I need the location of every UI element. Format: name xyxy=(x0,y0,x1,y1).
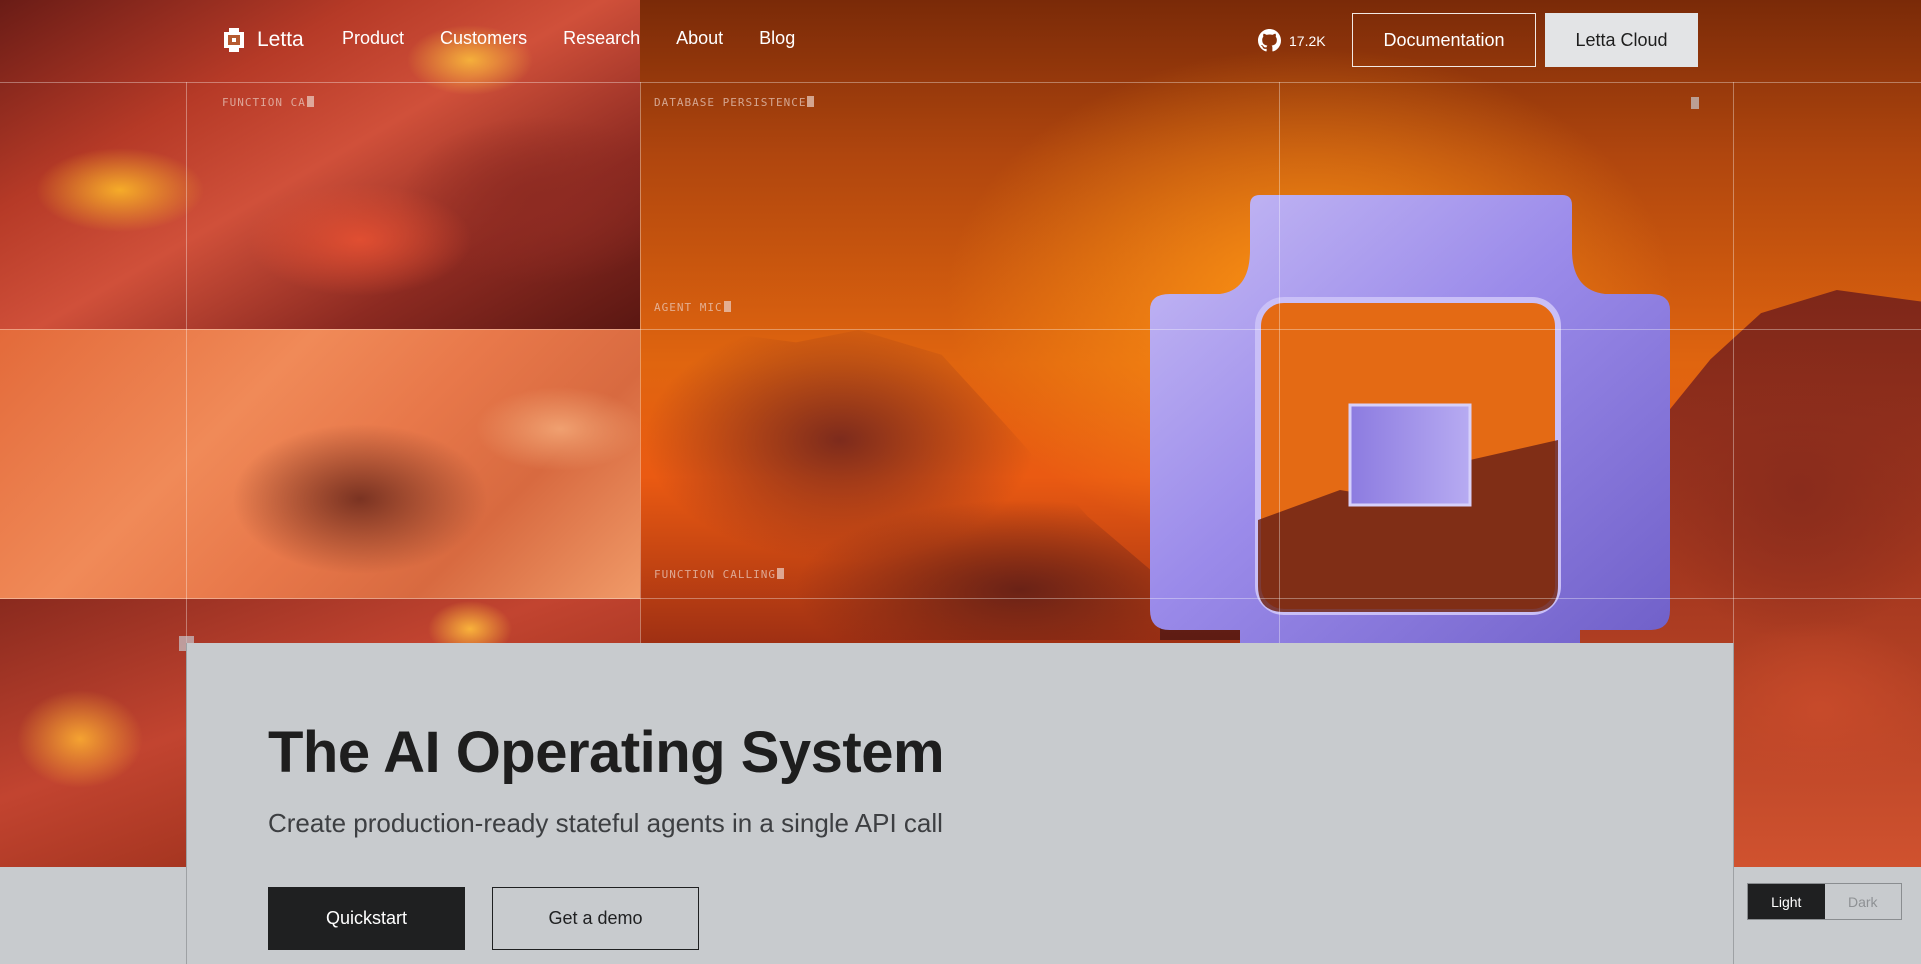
theme-toggle: Light Dark xyxy=(1747,883,1902,920)
tag-function-ca: Function Ca xyxy=(222,96,314,109)
tag-function-calling: Function Calling xyxy=(654,568,784,581)
nav-links: Product Customers Research About Blog xyxy=(342,28,795,49)
top-navigation: Letta Product Customers Research About B… xyxy=(0,0,1921,82)
theme-dark-option[interactable]: Dark xyxy=(1824,884,1901,919)
documentation-button[interactable]: Documentation xyxy=(1352,13,1536,67)
nav-link-customers[interactable]: Customers xyxy=(440,28,527,49)
letta-logo-icon xyxy=(224,28,244,52)
tag-agent-mic: Agent Mic xyxy=(654,301,731,314)
grid-line xyxy=(0,82,1921,83)
letta-3d-logo-icon xyxy=(1150,195,1670,650)
page-subtitle: Create production-ready stateful agents … xyxy=(268,808,943,838)
nav-link-blog[interactable]: Blog xyxy=(759,28,795,49)
sand-texture-panel xyxy=(0,329,640,599)
page-title: The AI Operating System xyxy=(268,720,945,785)
github-stars-link[interactable]: 17.2K xyxy=(1258,29,1326,52)
grid-line xyxy=(0,329,1921,330)
github-star-count: 17.2K xyxy=(1289,32,1326,49)
get-demo-button[interactable]: Get a demo xyxy=(492,887,699,950)
quickstart-button[interactable]: Quickstart xyxy=(268,887,465,950)
hero-content-card: The AI Operating System Create productio… xyxy=(186,643,1734,964)
tag-cursor-block xyxy=(1691,97,1699,109)
brand-name: Letta xyxy=(257,28,304,51)
nav-link-research[interactable]: Research xyxy=(563,28,640,49)
nav-link-product[interactable]: Product xyxy=(342,28,404,49)
theme-light-option[interactable]: Light xyxy=(1748,884,1825,919)
grid-line xyxy=(1279,82,1280,643)
grid-line xyxy=(0,598,1921,599)
github-icon xyxy=(1258,29,1281,52)
nav-link-about[interactable]: About xyxy=(676,28,723,49)
grid-line xyxy=(640,82,641,643)
tag-database-persistence: Database Persistence xyxy=(654,96,815,109)
rock-formation-left xyxy=(640,330,1160,640)
letta-cloud-button[interactable]: Letta Cloud xyxy=(1545,13,1698,67)
brand-logo[interactable]: Letta xyxy=(221,27,304,53)
